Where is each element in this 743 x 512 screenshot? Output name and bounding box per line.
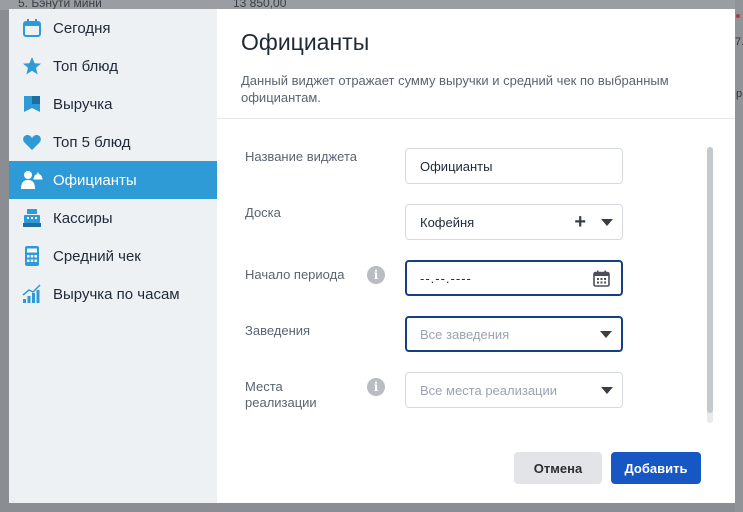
sidebar-item-today[interactable]: Сегодня <box>9 9 217 47</box>
calendar-icon <box>21 17 43 39</box>
sidebar-item-label: Топ блюд <box>53 57 118 75</box>
scrollbar-thumb[interactable] <box>707 147 713 413</box>
widget-name-label: Название виджета <box>245 149 357 164</box>
background-right-strip <box>735 0 743 512</box>
chevron-down-icon[interactable] <box>600 331 612 338</box>
sidebar-item-label: Средний чек <box>53 247 141 265</box>
venues-select[interactable]: Все заведения <box>405 316 623 352</box>
sidebar-item-waiters[interactable]: Официанты <box>9 161 217 199</box>
sale-points-select[interactable]: Все места реализации <box>405 372 623 408</box>
heart-icon <box>21 131 43 153</box>
period-start-label: Начало периода <box>245 267 345 282</box>
sidebar-item-top5-dishes[interactable]: Топ 5 блюд <box>9 123 217 161</box>
board-label: Доска <box>245 205 281 220</box>
sidebar-item-average-check[interactable]: Средний чек <box>9 237 217 275</box>
calendar-icon[interactable] <box>593 270 610 287</box>
revenue-icon <box>21 93 43 115</box>
period-start-value: --.--.---- <box>420 270 472 286</box>
star-icon <box>21 55 43 77</box>
bar-chart-icon <box>21 283 43 305</box>
widget-name-input[interactable]: Официанты <box>405 148 623 184</box>
form-scrollbar[interactable] <box>707 147 713 423</box>
add-widget-dialog: Сегодня Топ блюд Выручка Топ 5 блюд Офиц… <box>9 9 735 503</box>
sidebar-item-label: Выручка <box>53 95 113 113</box>
sidebar-item-top-dishes[interactable]: Топ блюд <box>9 47 217 85</box>
info-icon[interactable]: i <box>367 378 385 396</box>
widget-type-sidebar: Сегодня Топ блюд Выручка Топ 5 блюд Офиц… <box>9 9 217 503</box>
sidebar-item-hourly-revenue[interactable]: Выручка по часам <box>9 275 217 313</box>
sale-points-label: Места реализации <box>245 379 317 410</box>
sidebar-item-label: Выручка по часам <box>53 285 180 303</box>
plus-icon[interactable]: + <box>574 212 586 232</box>
page-title: Официанты <box>241 29 370 55</box>
venues-placeholder: Все заведения <box>420 326 510 342</box>
period-start-date-input[interactable]: --.--.---- <box>405 260 623 296</box>
waiter-icon <box>21 169 43 191</box>
sidebar-item-revenue[interactable]: Выручка <box>9 85 217 123</box>
info-icon[interactable]: i <box>367 266 385 284</box>
background-right-text: р <box>736 88 743 100</box>
chevron-down-icon[interactable] <box>601 219 613 226</box>
sidebar-item-label: Топ 5 блюд <box>53 133 131 151</box>
sidebar-item-label: Сегодня <box>53 19 111 37</box>
venues-label: Заведения <box>245 323 311 338</box>
sidebar-item-cashiers[interactable]: Кассиры <box>9 199 217 237</box>
sale-points-placeholder: Все места реализации <box>420 382 558 398</box>
widget-name-value: Официанты <box>420 158 493 174</box>
widget-description: Данный виджет отражает сумму выручки и с… <box>241 73 669 105</box>
board-value: Кофейня <box>420 214 475 230</box>
background-right-text: 7. <box>735 36 743 48</box>
widget-settings-panel: Официанты Данный виджет отражает сумму в… <box>217 9 735 503</box>
chevron-down-icon[interactable] <box>601 387 613 394</box>
cancel-button[interactable]: Отмена <box>514 452 602 484</box>
cash-register-icon <box>21 207 43 229</box>
background-status-dot <box>736 14 740 18</box>
sidebar-item-label: Официанты <box>53 171 137 189</box>
add-button[interactable]: Добавить <box>611 452 701 484</box>
calculator-icon <box>21 245 43 267</box>
board-select[interactable]: Кофейня + <box>405 204 623 240</box>
sidebar-item-label: Кассиры <box>53 209 113 227</box>
dialog-header: Официанты Данный виджет отражает сумму в… <box>217 9 735 119</box>
